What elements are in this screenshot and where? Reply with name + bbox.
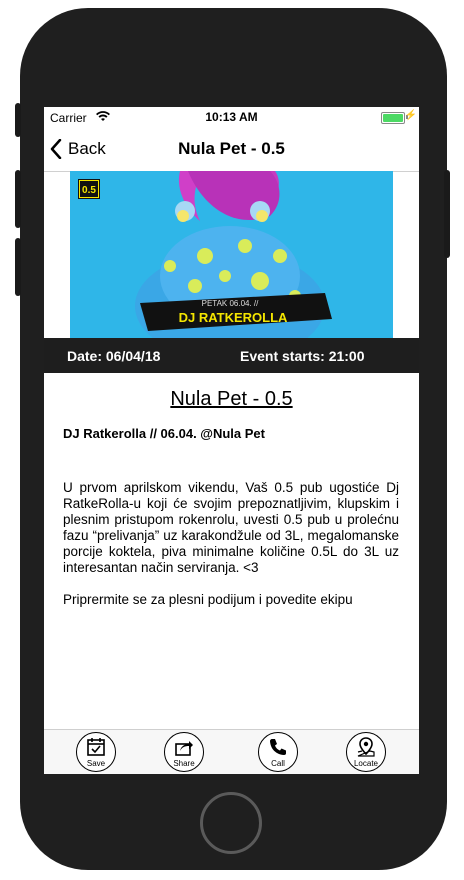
calendar-check-icon (87, 738, 105, 756)
event-banner-image: 0.5 PETAK 06.04. // DJ RATKEROLLA (70, 171, 393, 338)
description-paragraph: Priprermite se za plesni podijum i poved… (63, 592, 353, 607)
home-button[interactable] (200, 792, 262, 854)
status-time: 10:13 AM (205, 110, 258, 124)
volume-up-button (15, 170, 21, 228)
save-label: Save (86, 759, 106, 768)
charging-icon: ⚡ (404, 110, 417, 121)
event-date: Date: 06/04/18 (67, 348, 161, 364)
event-subtitle: DJ Ratkerolla // 06.04. @Nula Pet (63, 426, 265, 441)
event-info-band: Date: 06/04/18 Event starts: 21:00 (44, 338, 419, 373)
share-icon (175, 741, 193, 756)
share-label: Share (173, 759, 195, 768)
nav-title: Nula Pet - 0.5 (178, 139, 285, 158)
navigation-bar: Back Nula Pet - 0.5 (44, 127, 419, 172)
locate-label: Locate (353, 759, 379, 768)
locate-button[interactable]: Locate (346, 732, 386, 772)
save-button[interactable]: Save (76, 732, 116, 772)
call-label: Call (271, 759, 285, 768)
banner-badge: 0.5 (82, 185, 96, 196)
mute-switch (15, 103, 21, 137)
battery-icon (381, 112, 405, 124)
banner-dj-name: DJ RATKEROLLA (179, 310, 288, 325)
dj-poster-graphic: 0.5 PETAK 06.04. // DJ RATKEROLLA (70, 171, 393, 338)
volume-down-button (15, 238, 21, 296)
event-description: U prvom aprilskom vikendu, Vaš 0.5 pub u… (63, 480, 399, 624)
event-title: Nula Pet - 0.5 (170, 388, 293, 410)
call-button[interactable]: Call (258, 732, 298, 772)
description-paragraph: U prvom aprilskom vikendu, Vaš 0.5 pub u… (63, 480, 399, 575)
event-start-time: Event starts: 21:00 (240, 348, 365, 364)
phone-icon (270, 739, 286, 755)
screen: Carrier 10:13 AM ⚡ Back Nula Pet - 0.5 0… (44, 107, 419, 774)
action-toolbar: Save Share Call Locate (44, 729, 419, 774)
power-button (444, 170, 450, 258)
banner-date: PETAK 06.04. // (202, 299, 260, 308)
status-bar: Carrier 10:13 AM ⚡ (44, 107, 419, 127)
share-button[interactable]: Share (164, 732, 204, 772)
map-pin-icon (357, 737, 375, 757)
